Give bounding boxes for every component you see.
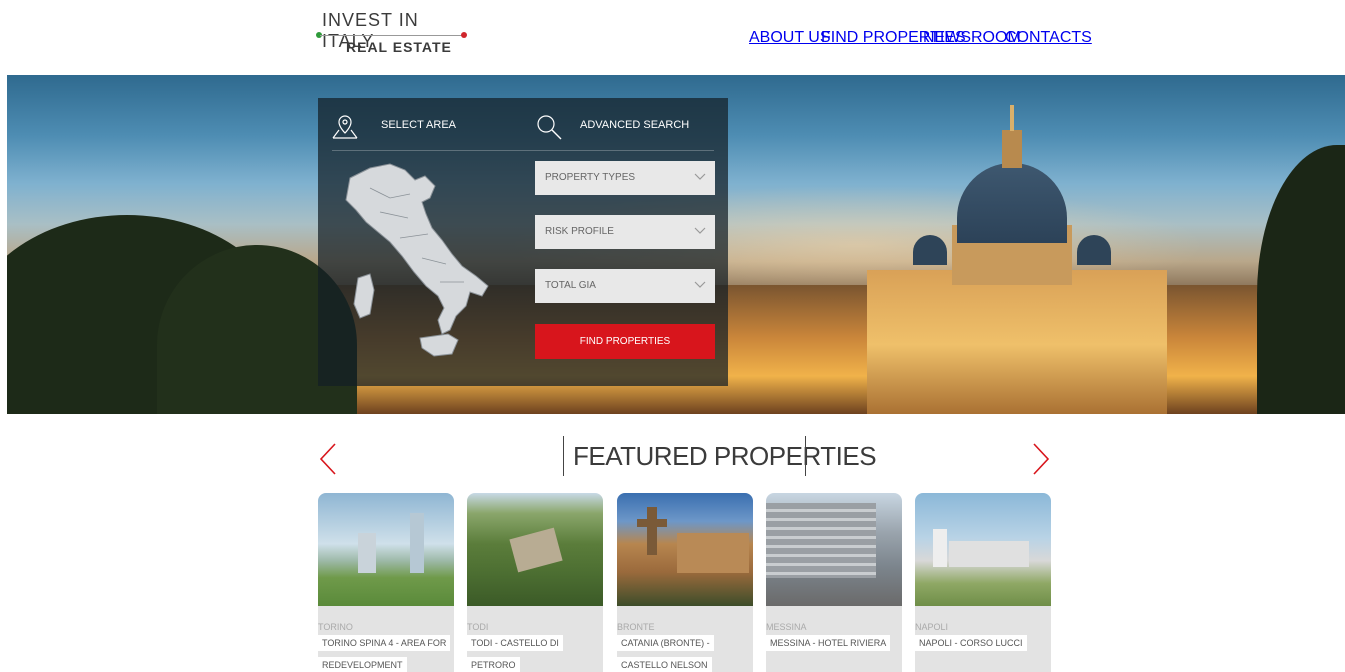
property-title-line[interactable]: MESSINA - HOTEL RIVIERA — [766, 635, 891, 651]
map-pin-icon[interactable] — [330, 112, 360, 142]
cross-shape — [637, 519, 667, 527]
logo[interactable]: INVEST IN ITALY REAL ESTATE — [316, 10, 468, 60]
property-thumbnail[interactable] — [766, 493, 902, 606]
property-thumbnail[interactable] — [617, 493, 753, 606]
tower-shape — [410, 513, 424, 573]
arrow-right-icon[interactable] — [1031, 442, 1051, 476]
chevron-down-icon — [694, 227, 706, 234]
italy-map[interactable] — [330, 158, 500, 368]
hero-cross — [1010, 105, 1014, 131]
search-icon[interactable] — [534, 112, 564, 142]
search-panel: SELECT AREA ADVANCED SEARCH PROPERTY TYP… — [318, 98, 728, 386]
property-city: MESSINA — [766, 622, 807, 632]
hero-small-dome — [913, 235, 947, 265]
logo-subtitle: REAL ESTATE — [346, 39, 452, 55]
property-title-line[interactable]: PETRORO — [467, 657, 520, 672]
property-city: TORINO — [318, 622, 353, 632]
risk-profile-select[interactable]: RISK PROFILE — [535, 215, 715, 249]
logo-rule — [320, 35, 464, 36]
property-title-line[interactable]: TODI - CASTELLO DI — [467, 635, 563, 651]
advanced-search-label[interactable]: ADVANCED SEARCH — [580, 119, 689, 131]
property-city: TODI — [467, 622, 489, 632]
building-shape — [933, 529, 947, 567]
property-thumbnail[interactable] — [318, 493, 454, 606]
property-types-label: PROPERTY TYPES — [545, 172, 636, 183]
hero-dome — [957, 163, 1067, 243]
property-city: NAPOLI — [915, 622, 949, 632]
hero-basilica — [867, 270, 1167, 414]
property-card[interactable]: MESSINA MESSINA - HOTEL RIVIERA — [766, 493, 902, 672]
chevron-down-icon — [694, 281, 706, 288]
cross-shape — [647, 507, 657, 555]
property-card[interactable]: TORINO TORINO SPINA 4 - AREA FOR REDEVEL… — [318, 493, 454, 672]
divider — [332, 150, 714, 151]
search-panel-header: SELECT AREA ADVANCED SEARCH — [318, 98, 728, 150]
property-title-line[interactable]: TORINO SPINA 4 - AREA FOR — [318, 635, 451, 651]
hero-lantern — [1002, 130, 1022, 168]
risk-profile-label: RISK PROFILE — [545, 226, 614, 237]
tower-shape — [358, 533, 376, 573]
title-bar-left — [563, 436, 564, 476]
nav-about-us[interactable]: ABOUT US — [749, 29, 831, 47]
chevron-down-icon — [694, 173, 706, 180]
select-area-label[interactable]: SELECT AREA — [381, 119, 456, 131]
property-city: BRONTE — [617, 622, 655, 632]
featured-title: FEATURED PROPERTIES — [573, 441, 877, 471]
property-card[interactable]: TODI TODI - CASTELLO DI PETRORO — [467, 493, 603, 672]
total-gia-select[interactable]: TOTAL GIA — [535, 269, 715, 303]
property-types-select[interactable]: PROPERTY TYPES — [535, 161, 715, 195]
hero-tree — [1257, 145, 1345, 414]
property-title-line[interactable]: REDEVELOPMENT — [318, 657, 407, 672]
hotel-facade — [766, 503, 876, 578]
property-thumbnail[interactable] — [915, 493, 1051, 606]
nav-contacts[interactable]: CONTACTS — [1005, 29, 1092, 47]
property-title-line[interactable]: NAPOLI - CORSO LUCCI — [915, 635, 1027, 651]
title-bar-right — [805, 436, 806, 476]
property-title-line[interactable]: CASTELLO NELSON — [617, 657, 712, 672]
property-thumbnail[interactable] — [467, 493, 603, 606]
total-gia-label: TOTAL GIA — [545, 280, 596, 291]
building-shape — [677, 533, 749, 573]
hero-small-dome — [1077, 235, 1111, 265]
castle-shape — [509, 527, 563, 573]
arrow-left-icon[interactable] — [318, 442, 338, 476]
header: INVEST IN ITALY REAL ESTATE ABOUT US FIN… — [0, 0, 1345, 75]
property-title-line[interactable]: CATANIA (BRONTE) - — [617, 635, 714, 651]
property-card[interactable]: NAPOLI NAPOLI - CORSO LUCCI — [915, 493, 1051, 672]
logo-dot-red — [461, 32, 467, 38]
building-shape — [949, 541, 1029, 567]
find-properties-button[interactable]: FIND PROPERTIES — [535, 324, 715, 359]
property-card[interactable]: BRONTE CATANIA (BRONTE) - CASTELLO NELSO… — [617, 493, 753, 672]
